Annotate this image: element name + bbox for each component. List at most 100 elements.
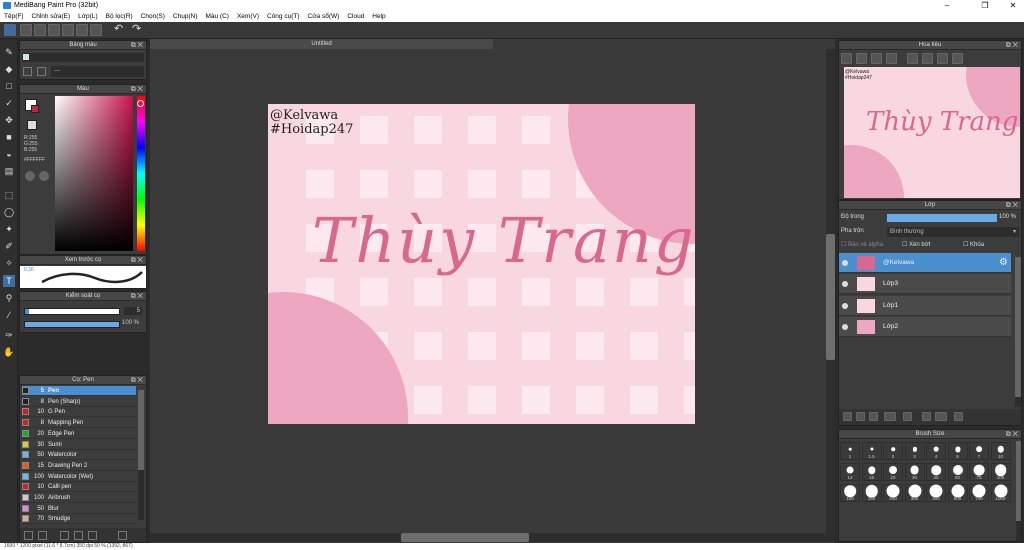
dropper-tool-icon[interactable]: ✑ bbox=[3, 329, 15, 341]
shape-tool-icon[interactable]: □ bbox=[3, 80, 15, 92]
close-button[interactable]: ✕ bbox=[1002, 0, 1024, 11]
eyedropper-tool-icon[interactable]: ⁄ bbox=[3, 309, 15, 321]
fill-rect-tool-icon[interactable]: ■ bbox=[3, 131, 15, 143]
select-rect-tool-icon[interactable]: ⬚ bbox=[3, 189, 15, 201]
visibility-icon[interactable] bbox=[842, 281, 848, 288]
copy-brush-icon[interactable] bbox=[60, 531, 69, 540]
brush-item[interactable]: 100 Watercolor (Wet) bbox=[22, 472, 136, 482]
brush-size-cell[interactable]: 300 bbox=[904, 484, 925, 502]
artwork-canvas[interactable]: @Kelvawa #Hoidap247 Thùy Trang bbox=[268, 104, 695, 424]
gradient-tool-icon[interactable]: ▤ bbox=[3, 165, 15, 177]
layer-opacity-slider[interactable] bbox=[887, 214, 997, 222]
hue-handle[interactable] bbox=[137, 100, 144, 107]
close-icon[interactable]: ⧉ ✕ bbox=[1006, 430, 1018, 439]
brush-size-cell[interactable]: 5 bbox=[947, 442, 968, 460]
new-file-icon[interactable] bbox=[20, 24, 32, 36]
new-halftone-layer-icon[interactable] bbox=[869, 412, 878, 421]
brush-size-cell[interactable]: 10 bbox=[990, 442, 1011, 460]
protect-alpha-checkbox[interactable]: ☐ Bảo vệ alpha bbox=[841, 241, 883, 248]
clipping-checkbox[interactable]: ☐ Xén bớt bbox=[902, 241, 930, 248]
layer-folder-icon[interactable] bbox=[903, 412, 912, 421]
menu-cloud[interactable]: Cloud bbox=[343, 11, 368, 22]
brush-item[interactable]: 20 Edge Pen bbox=[22, 429, 136, 439]
brush-size-cell[interactable]: 100 bbox=[840, 484, 860, 502]
menu-file[interactable]: Tệp(F) bbox=[0, 11, 28, 22]
brush-item[interactable]: 5 Pen bbox=[22, 386, 136, 396]
brush-item[interactable]: 10 G Pen bbox=[22, 407, 136, 418]
menu-help[interactable]: Help bbox=[368, 11, 389, 22]
grid-settings-icon[interactable] bbox=[90, 24, 102, 36]
brush-item[interactable]: 8 Mapping Pen bbox=[22, 418, 136, 429]
brush-size-value[interactable]: 5 bbox=[124, 307, 142, 315]
color-wheel-icon[interactable] bbox=[25, 171, 35, 181]
duplicate-icon[interactable] bbox=[88, 531, 97, 540]
lasso-tool-icon[interactable]: ◯ bbox=[3, 206, 15, 218]
delete-layer-icon[interactable] bbox=[954, 412, 963, 421]
minimize-button[interactable]: – bbox=[936, 0, 958, 11]
brush-size-cell[interactable]: 100 bbox=[990, 463, 1011, 481]
fit-icon[interactable] bbox=[871, 53, 882, 64]
duplicate-layer-icon[interactable] bbox=[922, 412, 931, 421]
add-brush-icon[interactable] bbox=[24, 531, 33, 540]
color-swatch[interactable] bbox=[23, 54, 29, 60]
menu-snap[interactable]: Chụp(N) bbox=[169, 11, 202, 22]
layer-scrollbar[interactable] bbox=[1015, 257, 1021, 407]
brush-item[interactable]: 50 Watercolor bbox=[22, 450, 136, 461]
select-pen-tool-icon[interactable]: ✐ bbox=[3, 240, 15, 252]
layer-row[interactable]: Lớp3 bbox=[839, 274, 1011, 295]
add-color-icon[interactable] bbox=[23, 67, 32, 76]
eraser-tool-icon[interactable]: ◆ bbox=[3, 63, 15, 75]
delete-color-icon[interactable] bbox=[37, 67, 46, 76]
background-color-swatch[interactable] bbox=[31, 105, 39, 113]
new-layer-icon[interactable] bbox=[843, 412, 852, 421]
grid-icon[interactable] bbox=[76, 24, 88, 36]
brush-item[interactable]: 15 Drawing Pen 2 bbox=[22, 461, 136, 471]
saturation-value-field[interactable] bbox=[55, 96, 133, 251]
open-file-icon[interactable] bbox=[34, 24, 46, 36]
close-icon[interactable]: ⧉ ✕ bbox=[131, 256, 143, 265]
brush-item[interactable]: 30 Sumi bbox=[22, 440, 136, 450]
add-brush-menu-icon[interactable] bbox=[38, 531, 47, 540]
brush-item[interactable]: 50 Blur bbox=[22, 504, 136, 514]
brush-size-cell[interactable]: 30 bbox=[904, 463, 925, 481]
brush-size-cell[interactable]: 40 bbox=[926, 463, 946, 481]
magic-wand-tool-icon[interactable]: ✦ bbox=[3, 223, 15, 235]
layer-row[interactable]: Lớp2 bbox=[839, 316, 1011, 337]
navigator-preview[interactable]: @Kelvawa #Hoidap247 Thùy Trang bbox=[844, 67, 1020, 198]
brush-size-cell[interactable]: 15 bbox=[861, 463, 882, 481]
text-tool-icon[interactable]: T bbox=[3, 275, 15, 287]
rotate-right-icon[interactable] bbox=[922, 53, 933, 64]
brush-size-cell[interactable]: 4 bbox=[926, 442, 946, 460]
brush-size-cell[interactable]: 1000 bbox=[990, 484, 1011, 502]
add-layer-menu-icon[interactable] bbox=[884, 412, 896, 421]
hue-slider[interactable] bbox=[137, 96, 145, 251]
transparent-color-swatch[interactable] bbox=[27, 120, 37, 130]
flip-icon[interactable] bbox=[937, 53, 948, 64]
brush-size-cell[interactable]: 12 bbox=[840, 463, 860, 481]
brush-opacity-slider[interactable] bbox=[24, 321, 120, 328]
lock-checkbox[interactable]: ☐ Khóa bbox=[963, 241, 984, 248]
brush-size-cell[interactable]: 7 bbox=[969, 442, 989, 460]
visibility-icon[interactable] bbox=[842, 260, 848, 266]
maximize-button[interactable]: ❐ bbox=[974, 0, 996, 11]
close-icon[interactable]: ⧉ ✕ bbox=[1006, 201, 1018, 210]
redo-icon[interactable]: ↷ bbox=[132, 24, 144, 36]
document-tab[interactable]: Untitled bbox=[150, 39, 493, 49]
brush-size-scrollbar[interactable] bbox=[1016, 441, 1021, 541]
folder-icon[interactable] bbox=[74, 531, 83, 540]
brush-item[interactable]: 70 Smudge bbox=[22, 514, 136, 525]
close-icon[interactable]: ⧉ ✕ bbox=[131, 85, 143, 94]
brush-size-cell[interactable]: 700 bbox=[969, 484, 989, 502]
menu-select[interactable]: Chọn(S) bbox=[137, 11, 169, 22]
select-eraser-tool-icon[interactable]: ✧ bbox=[3, 257, 15, 269]
menu-edit[interactable]: Chỉnh sửa(E) bbox=[28, 11, 75, 22]
zoom-in-icon[interactable] bbox=[841, 53, 852, 64]
dot-tool-icon[interactable]: ✓ bbox=[3, 97, 15, 109]
actual-size-icon[interactable] bbox=[886, 53, 897, 64]
brush-size-cell[interactable]: 1 bbox=[840, 442, 860, 460]
color-picker-icon[interactable] bbox=[39, 171, 49, 181]
undo-icon[interactable]: ↶ bbox=[114, 24, 126, 36]
layer-row[interactable]: @Kelvawa ⚙ bbox=[839, 253, 1011, 273]
cloud-icon[interactable] bbox=[4, 24, 16, 36]
brush-size-cell[interactable]: 2 bbox=[883, 442, 903, 460]
